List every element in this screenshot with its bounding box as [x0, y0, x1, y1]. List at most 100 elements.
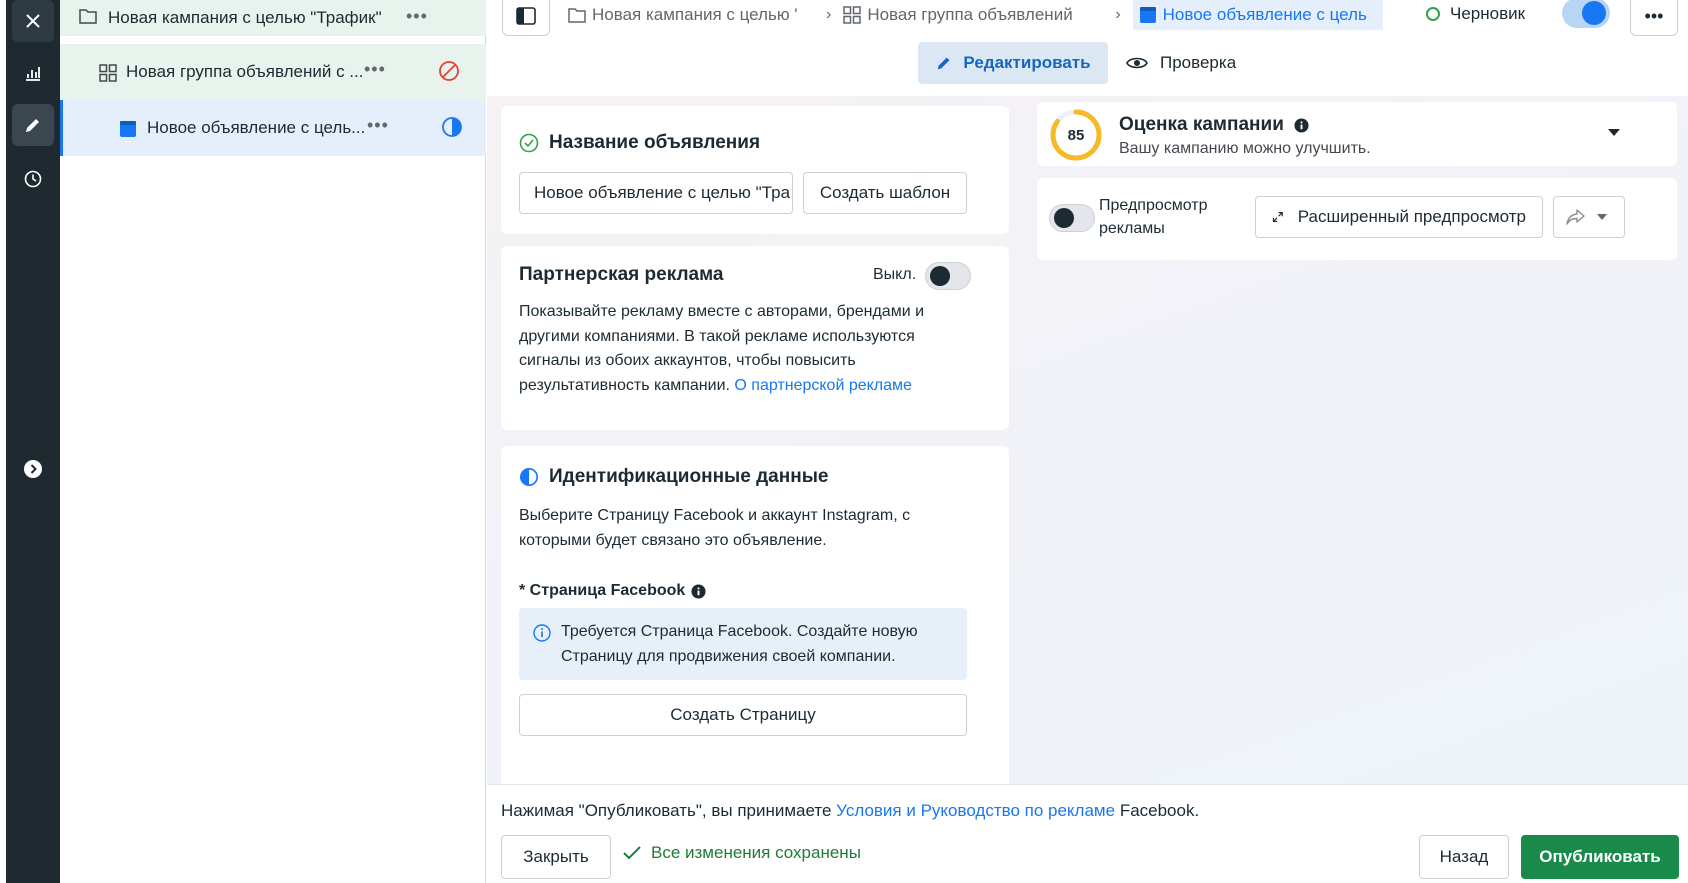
tab-edit[interactable]: Редактировать: [918, 42, 1108, 84]
identity-title: Идентификационные данные: [519, 466, 829, 488]
ad-icon: [118, 119, 138, 139]
identity-card: Идентификационные данные Выберите Страни…: [501, 446, 1009, 784]
close-icon: [26, 14, 40, 28]
checkmark-icon: [623, 846, 641, 860]
folder-icon: [78, 6, 98, 26]
saved-status-label: Все изменения сохранены: [651, 843, 861, 862]
create-template-button[interactable]: Создать шаблон: [803, 172, 967, 214]
ad-more-button[interactable]: •••: [367, 115, 389, 136]
tree-campaign-label: Новая кампания с целью "Трафик": [108, 8, 382, 27]
tab-review-label: Проверка: [1160, 53, 1237, 72]
header-more-button[interactable]: •••: [1630, 0, 1678, 36]
half-complete-icon: [441, 116, 463, 138]
edit-mode-button[interactable]: [12, 104, 54, 146]
create-page-button[interactable]: Создать Страницу: [519, 694, 967, 736]
score-gauge: 85: [1050, 109, 1102, 161]
pencil-icon: [26, 119, 39, 132]
bar-chart-icon: [26, 67, 40, 81]
adset-more-button[interactable]: •••: [364, 59, 386, 80]
ad-icon: [1139, 7, 1156, 23]
partner-ads-title: Партнерская реклама: [519, 264, 724, 285]
ad-preview-toggle[interactable]: [1049, 204, 1095, 232]
tree-item-ad[interactable]: Новое объявление с цель... •••: [60, 100, 486, 156]
editor-content: Название объявления Новое объявление с ц…: [487, 96, 1688, 784]
terms-suffix: Facebook.: [1119, 801, 1200, 820]
share-preview-button[interactable]: [1553, 196, 1625, 238]
breadcrumb-campaign[interactable]: Новая кампания с целью ': [568, 5, 814, 25]
ad-preview-label: Предпросмотр рекламы: [1099, 197, 1208, 237]
caret-down-icon[interactable]: [1607, 128, 1621, 138]
eye-icon: [1126, 57, 1148, 69]
identity-description: Выберите Страницу Facebook и аккаунт Ins…: [519, 507, 911, 549]
expand-arrows-icon: [1272, 212, 1283, 222]
campaign-score-card[interactable]: 85 Оценка кампании Вашу кампанию можно у…: [1037, 102, 1677, 166]
chevron-right-circle-icon: [24, 460, 42, 478]
breadcrumb-chevron-icon: ›: [826, 6, 832, 23]
facebook-page-required-notice: Требуется Страница Facebook. Создайте но…: [519, 608, 967, 680]
grid-icon: [98, 63, 118, 83]
left-rail: [0, 0, 60, 883]
breadcrumb-ad-label: Новое объявление с цель: [1162, 5, 1367, 24]
pencil-icon: [938, 57, 950, 70]
saved-status: Все изменения сохранены: [623, 843, 861, 863]
sidebar-panel-icon: [516, 7, 536, 25]
tree-item-campaign[interactable]: Новая кампания с целью "Трафик" •••: [60, 0, 486, 36]
share-arrow-icon: [1566, 209, 1585, 225]
history-button[interactable]: [12, 158, 54, 200]
partner-ads-link[interactable]: О партнерской рекламе: [734, 377, 912, 394]
partner-ads-card: Партнерская реклама Выкл. Показывайте ре…: [501, 246, 1009, 430]
grid-icon: [843, 6, 862, 24]
terms-prefix: Нажимая "Опубликовать", вы принимаете: [501, 801, 832, 820]
expand-rail-button[interactable]: [12, 448, 54, 490]
reports-button[interactable]: [12, 52, 54, 94]
breadcrumb-ad[interactable]: Новое объявление с цель: [1132, 0, 1383, 30]
campaign-tree-panel: Новая кампания с целью "Трафик" ••• Нова…: [60, 0, 486, 883]
terms-link[interactable]: Условия и Руководство по рекламе: [836, 801, 1115, 820]
ad-name-input[interactable]: Новое объявление с целью "Тра: [519, 172, 793, 214]
breadcrumb-adset[interactable]: Новая группа объявлений: [843, 5, 1103, 25]
editor-header: Новая кампания с целью ' › Новая группа …: [486, 0, 1688, 96]
check-circle-icon: [519, 133, 539, 153]
editor-footer: Нажимая "Опубликовать", вы принимаете Ус…: [487, 784, 1688, 883]
partner-ads-toggle[interactable]: [925, 262, 971, 290]
facebook-page-notice-text: Требуется Страница Facebook. Создайте но…: [561, 623, 918, 665]
folder-icon: [568, 8, 586, 23]
ad-active-toggle[interactable]: [1562, 0, 1610, 28]
campaign-more-button[interactable]: •••: [406, 6, 428, 27]
facebook-page-label-text: * Страница Facebook: [519, 582, 686, 599]
error-status-icon: [438, 60, 460, 82]
back-button[interactable]: Назад: [1419, 835, 1509, 879]
ad-name-title-label: Название объявления: [549, 132, 761, 153]
tab-review[interactable]: Проверка: [1126, 42, 1236, 84]
tree-adset-label: Новая группа объявлений с ...: [126, 62, 364, 81]
breadcrumb-chevron-icon: ›: [1115, 6, 1121, 23]
tab-edit-label: Редактировать: [963, 53, 1091, 72]
breadcrumb: Новая кампания с целью ' › Новая группа …: [568, 0, 1383, 30]
info-filled-icon[interactable]: [1294, 117, 1309, 133]
identity-title-label: Идентификационные данные: [549, 466, 829, 487]
score-value: 85: [1068, 127, 1085, 144]
caret-down-icon: [1597, 214, 1607, 220]
publish-button[interactable]: Опубликовать: [1521, 835, 1679, 879]
toggle-tree-panel-button[interactable]: [502, 0, 550, 36]
clock-icon: [24, 170, 42, 188]
breadcrumb-campaign-label: Новая кампания с целью ': [592, 5, 798, 24]
draft-status-dot-icon: [1426, 7, 1440, 21]
tree-item-adset[interactable]: Новая группа объявлений с ... •••: [60, 44, 486, 100]
terms-notice: Нажимая "Опубликовать", вы принимаете Ус…: [501, 801, 1199, 821]
draft-status-label: Черновик: [1450, 4, 1526, 23]
close-button[interactable]: Закрыть: [501, 835, 611, 879]
close-editor-button[interactable]: [12, 0, 54, 42]
campaign-score-title: Оценка кампании: [1119, 114, 1309, 136]
partner-toggle-label: Выкл.: [873, 266, 917, 283]
facebook-page-field-label: * Страница Facebook: [519, 582, 706, 600]
tree-ad-label: Новое объявление с цель...: [147, 118, 366, 137]
info-outline-icon: [533, 624, 551, 642]
ad-name-card: Название объявления Новое объявление с ц…: [501, 106, 1009, 234]
ad-preview-card: Предпросмотр рекламы Расширенный предпро…: [1037, 178, 1677, 260]
advanced-preview-label: Расширенный предпросмотр: [1297, 207, 1526, 226]
half-complete-icon: [520, 468, 538, 486]
draft-status: Черновик: [1426, 4, 1525, 24]
advanced-preview-button[interactable]: Расширенный предпросмотр: [1255, 196, 1543, 238]
campaign-score-subtitle: Вашу кампанию можно улучшить.: [1119, 140, 1371, 157]
